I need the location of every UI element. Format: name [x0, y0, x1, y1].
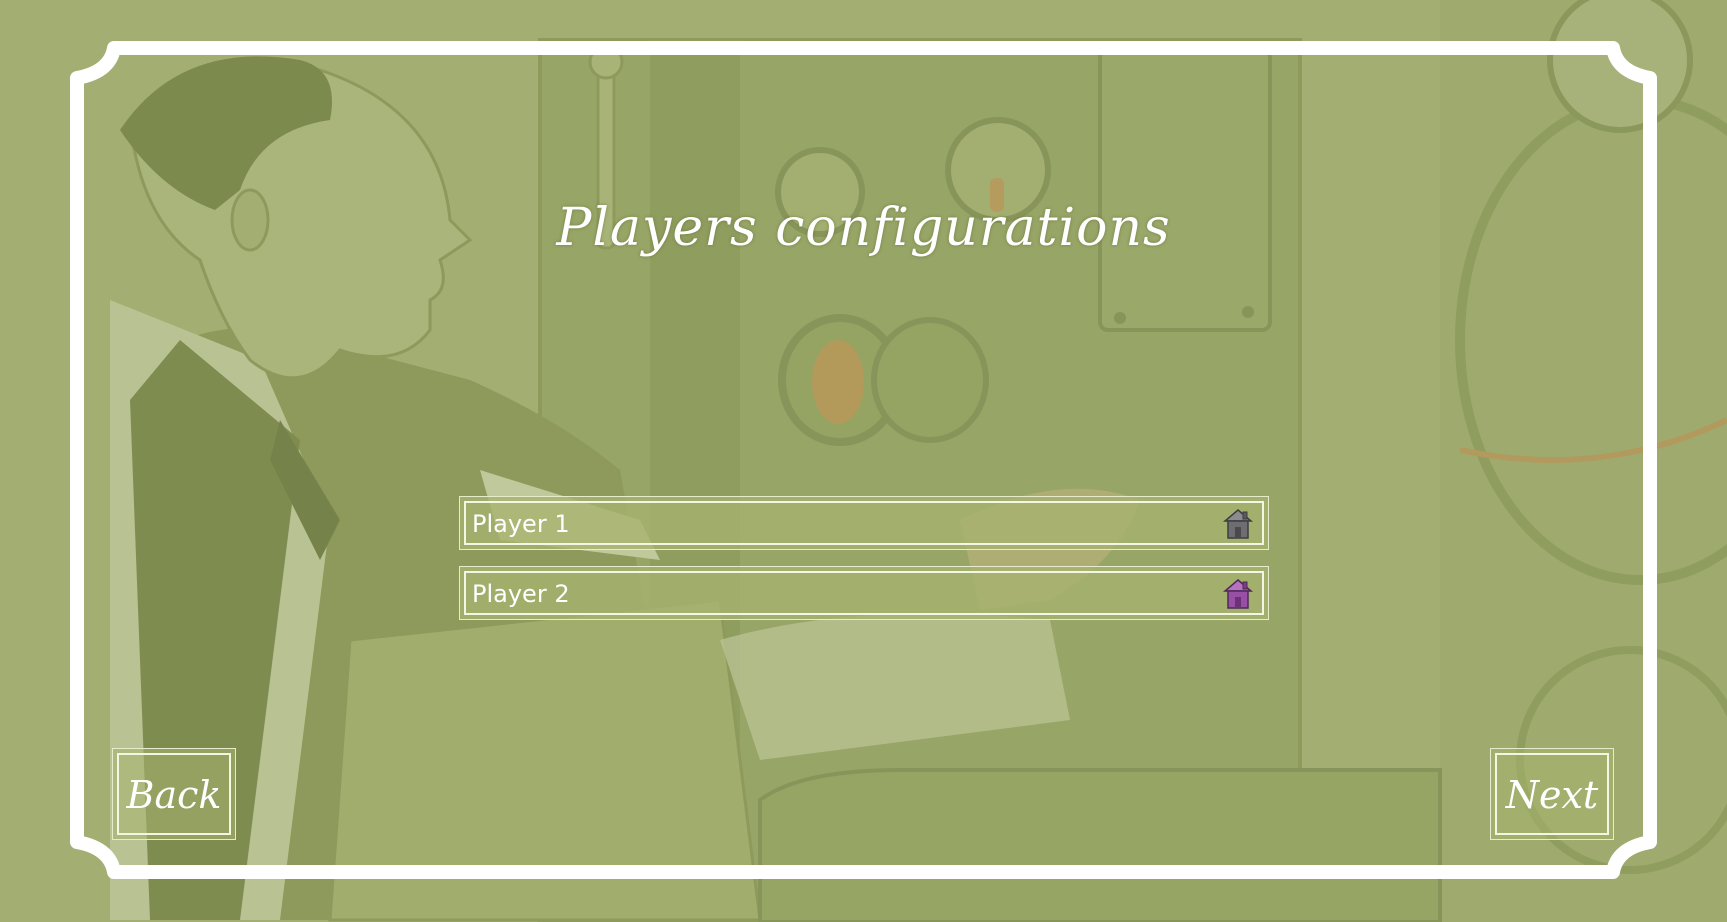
back-button-label: Back: [126, 773, 222, 817]
house-icon[interactable]: [1222, 507, 1254, 541]
player-row-2[interactable]: Player 2: [459, 566, 1269, 620]
player-row-1[interactable]: Player 1: [459, 496, 1269, 550]
player-name: Player 2: [472, 580, 570, 608]
player-list: Player 1 Player 2: [459, 496, 1269, 636]
house-icon[interactable]: [1222, 577, 1254, 611]
page-title: Players configurations: [556, 198, 1171, 258]
next-button[interactable]: Next: [1490, 748, 1614, 840]
next-button-label: Next: [1505, 773, 1599, 817]
background-illustration: [0, 0, 1727, 922]
player-name: Player 1: [472, 510, 570, 538]
back-button[interactable]: Back: [112, 748, 236, 840]
